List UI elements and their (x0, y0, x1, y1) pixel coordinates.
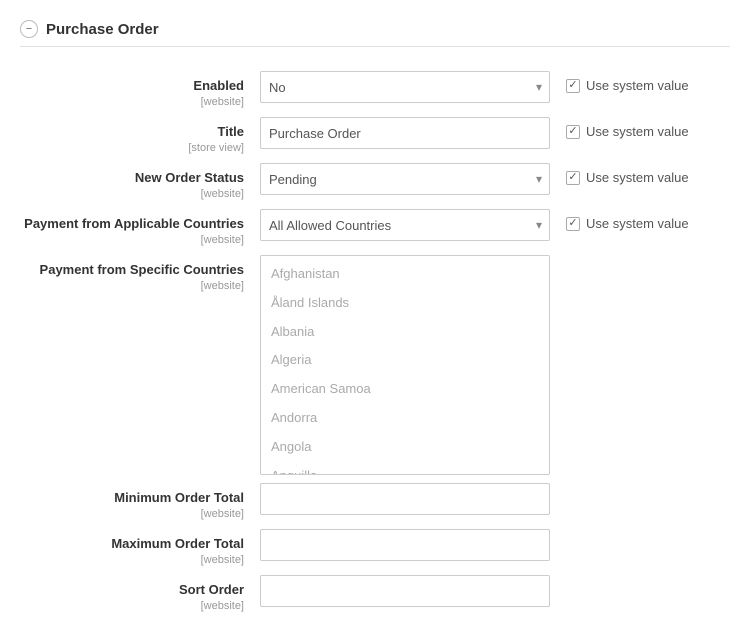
field-label-cell-min-order-total: Minimum Order Total [website] (20, 483, 260, 520)
field-label-cell-title: Title [store view] (20, 117, 260, 154)
field-label-title: Title (20, 124, 244, 139)
field-control-min-order-total (260, 483, 550, 515)
list-item[interactable]: Åland Islands (261, 289, 549, 318)
field-row-min-order-total: Minimum Order Total [website] (20, 483, 730, 521)
list-item[interactable]: Andorra (261, 404, 549, 433)
use-system-label-title: Use system value (586, 124, 689, 139)
section-toggle-icon[interactable]: − (20, 20, 38, 38)
field-label-max-order-total: Maximum Order Total (20, 536, 244, 551)
select-wrapper-enabled: No Yes (260, 71, 550, 103)
list-item[interactable]: Algeria (261, 346, 549, 375)
field-row-max-order-total: Maximum Order Total [website] (20, 529, 730, 567)
use-system-checkbox-enabled[interactable] (566, 79, 580, 93)
countries-listbox[interactable]: Afghanistan Åland Islands Albania Algeri… (260, 255, 550, 475)
list-item[interactable]: Albania (261, 318, 549, 347)
field-row-payment-applicable-countries: Payment from Applicable Countries [websi… (20, 209, 730, 247)
field-control-max-order-total (260, 529, 550, 561)
field-scope-payment-specific-countries: [website] (201, 280, 244, 292)
list-item[interactable]: Afghanistan (261, 260, 549, 289)
field-row-title: Title [store view] Use system value (20, 117, 730, 155)
field-row-sort-order: Sort Order [website] (20, 575, 730, 613)
field-row-new-order-status: New Order Status [website] Pending Proce… (20, 163, 730, 201)
field-scope-new-order-status: [website] (201, 188, 244, 200)
new-order-status-select[interactable]: Pending Processing (260, 163, 550, 195)
field-scope-max-order-total: [website] (201, 554, 244, 566)
use-system-checkbox-payment-applicable-countries[interactable] (566, 217, 580, 231)
section-header: − Purchase Order (20, 20, 730, 47)
title-input[interactable] (260, 117, 550, 149)
use-system-cell-new-order-status: Use system value (550, 163, 710, 185)
field-control-enabled: No Yes (260, 71, 550, 103)
section-title: Purchase Order (46, 21, 159, 38)
enabled-select[interactable]: No Yes (260, 71, 550, 103)
field-control-payment-applicable-countries: All Allowed Countries Specific Countries (260, 209, 550, 241)
list-item[interactable]: Angola (261, 433, 549, 462)
use-system-label-new-order-status: Use system value (586, 170, 689, 185)
field-label-payment-specific-countries: Payment from Specific Countries (20, 262, 244, 277)
field-label-new-order-status: New Order Status (20, 170, 244, 185)
field-scope-sort-order: [website] (201, 600, 244, 612)
field-label-enabled: Enabled (20, 78, 244, 93)
max-order-total-input[interactable] (260, 529, 550, 561)
use-system-label-enabled: Use system value (586, 78, 689, 93)
field-label-cell-max-order-total: Maximum Order Total [website] (20, 529, 260, 566)
field-row-payment-specific-countries: Payment from Specific Countries [website… (20, 255, 730, 475)
field-label-cell-new-order-status: New Order Status [website] (20, 163, 260, 200)
use-system-checkbox-title[interactable] (566, 125, 580, 139)
field-label-cell-payment-applicable-countries: Payment from Applicable Countries [websi… (20, 209, 260, 246)
field-control-new-order-status: Pending Processing (260, 163, 550, 195)
field-row-enabled: Enabled [website] No Yes Use system valu… (20, 71, 730, 109)
field-scope-payment-applicable-countries: [website] (201, 234, 244, 246)
list-item[interactable]: Anguilla (261, 462, 549, 475)
min-order-total-input[interactable] (260, 483, 550, 515)
field-label-payment-applicable-countries: Payment from Applicable Countries (20, 216, 244, 231)
select-wrapper-payment-applicable-countries: All Allowed Countries Specific Countries (260, 209, 550, 241)
use-system-checkbox-new-order-status[interactable] (566, 171, 580, 185)
field-control-title (260, 117, 550, 149)
sort-order-input[interactable] (260, 575, 550, 607)
select-wrapper-new-order-status: Pending Processing (260, 163, 550, 195)
use-system-cell-enabled: Use system value (550, 71, 710, 93)
field-label-cell-payment-specific-countries: Payment from Specific Countries [website… (20, 255, 260, 292)
field-scope-min-order-total: [website] (201, 508, 244, 520)
field-scope-enabled: [website] (201, 96, 244, 108)
field-label-cell-sort-order: Sort Order [website] (20, 575, 260, 612)
field-scope-title: [store view] (188, 142, 244, 154)
field-label-min-order-total: Minimum Order Total (20, 490, 244, 505)
field-control-sort-order (260, 575, 550, 607)
payment-applicable-countries-select[interactable]: All Allowed Countries Specific Countries (260, 209, 550, 241)
use-system-cell-title: Use system value (550, 117, 710, 139)
field-control-payment-specific-countries: Afghanistan Åland Islands Albania Algeri… (260, 255, 550, 475)
use-system-label-payment-applicable-countries: Use system value (586, 216, 689, 231)
field-label-cell-enabled: Enabled [website] (20, 71, 260, 108)
use-system-cell-payment-applicable-countries: Use system value (550, 209, 710, 231)
list-item[interactable]: American Samoa (261, 375, 549, 404)
field-label-sort-order: Sort Order (20, 582, 244, 597)
